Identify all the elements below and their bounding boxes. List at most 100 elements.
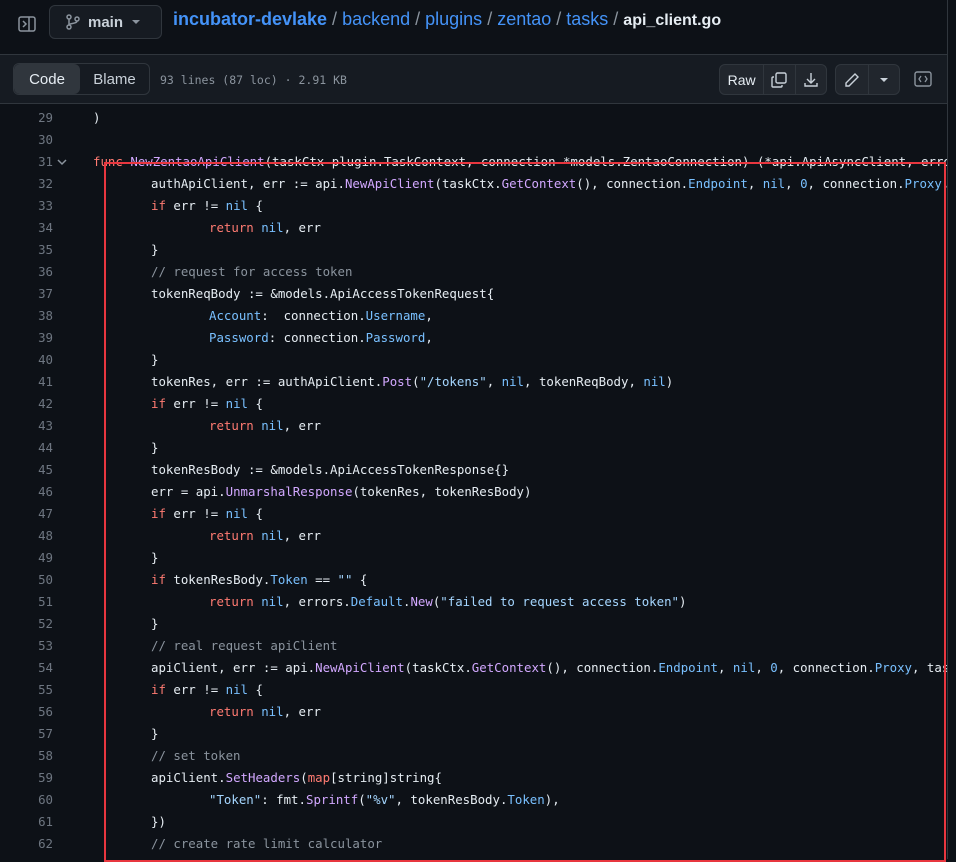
code-line[interactable]: 48 return nil, err xyxy=(0,525,947,547)
code-line[interactable]: 33 if err != nil { xyxy=(0,195,947,217)
code-line[interactable]: 39 Password: connection.Password, xyxy=(0,327,947,349)
edit-file-button[interactable] xyxy=(836,65,868,94)
code-token: , err xyxy=(283,418,321,433)
copy-raw-button[interactable] xyxy=(763,65,794,94)
line-number[interactable]: 43 xyxy=(0,415,53,437)
line-number[interactable]: 30 xyxy=(0,129,53,151)
code-token: (), connection. xyxy=(576,176,689,191)
line-number[interactable]: 42 xyxy=(0,393,53,415)
code-line[interactable]: 36 // request for access token xyxy=(0,261,947,283)
line-number[interactable]: 37 xyxy=(0,283,53,305)
code-line[interactable]: 54 apiClient, err := api.NewApiClient(tas… xyxy=(0,657,947,679)
raw-button[interactable]: Raw xyxy=(720,65,763,94)
code-line[interactable]: 35} xyxy=(0,239,947,261)
line-number[interactable]: 56 xyxy=(0,701,53,723)
code-token: err != xyxy=(173,682,226,697)
line-number[interactable]: 32 xyxy=(0,173,53,195)
code-line[interactable]: 46 err = api.UnmarshalResponse(tokenRes, … xyxy=(0,481,947,503)
sidebar-toggle-button[interactable] xyxy=(14,12,40,36)
symbols-panel-button[interactable] xyxy=(914,71,934,89)
line-number[interactable]: 48 xyxy=(0,525,53,547)
line-number[interactable]: 47 xyxy=(0,503,53,525)
line-number[interactable]: 53 xyxy=(0,635,53,657)
code-line[interactable]: 32 authApiClient, err := api.NewApiClient… xyxy=(0,173,947,195)
line-number[interactable]: 51 xyxy=(0,591,53,613)
line-number[interactable]: 29 xyxy=(0,107,53,129)
pencil-icon xyxy=(845,72,860,87)
file-actions-group: Raw xyxy=(719,64,827,95)
code-line[interactable]: 29) xyxy=(0,107,947,129)
line-number[interactable]: 60 xyxy=(0,789,53,811)
code-line[interactable]: 34 return nil, err xyxy=(0,217,947,239)
code-line[interactable]: 42 if err != nil { xyxy=(0,393,947,415)
code-line[interactable]: 62 // create rate limit calculator xyxy=(0,833,947,855)
line-number[interactable]: 45 xyxy=(0,459,53,481)
line-number[interactable]: 58 xyxy=(0,745,53,767)
tab-blame[interactable]: Blame xyxy=(80,64,149,94)
line-number[interactable]: 40 xyxy=(0,349,53,371)
download-button[interactable] xyxy=(794,65,826,94)
code-token: , xyxy=(747,176,763,191)
code-line[interactable]: 50 if tokenResBody.Token == "" { xyxy=(0,569,947,591)
line-number[interactable]: 34 xyxy=(0,217,53,239)
code-line[interactable]: 37 tokenReqBody := &models.ApiAccessToken… xyxy=(0,283,947,305)
code-line[interactable]: 52} xyxy=(0,613,947,635)
code-token: , err xyxy=(283,704,321,719)
code-text: tokenResBody := &models.ApiAccessTokenRe… xyxy=(93,459,509,481)
line-number[interactable]: 57 xyxy=(0,723,53,745)
code-text: if err != nil { xyxy=(93,679,263,701)
line-number[interactable]: 62 xyxy=(0,833,53,855)
line-number[interactable]: 50 xyxy=(0,569,53,591)
breadcrumb-dir-link[interactable]: plugins xyxy=(425,9,482,29)
code-line[interactable]: 40} xyxy=(0,349,947,371)
code-text: // set token xyxy=(93,745,241,767)
code-line[interactable]: 63 apiAsyncClient, err := api.CreateAsync… xyxy=(0,855,947,859)
branch-selector-button[interactable]: main xyxy=(49,5,162,39)
code-line[interactable]: 56 return nil, err xyxy=(0,701,947,723)
line-number[interactable]: 38 xyxy=(0,305,53,327)
tab-code[interactable]: Code xyxy=(14,64,80,94)
code-token: err = api. xyxy=(151,484,226,499)
code-line[interactable]: 41 tokenRes, err := authApiClient.Post("/… xyxy=(0,371,947,393)
line-number[interactable]: 63 xyxy=(0,855,53,859)
line-number[interactable]: 46 xyxy=(0,481,53,503)
line-number[interactable]: 49 xyxy=(0,547,53,569)
code-line[interactable]: 53 // real request apiClient xyxy=(0,635,947,657)
code-token: Proxy xyxy=(874,660,912,675)
code-token: (taskCtx. xyxy=(434,176,502,191)
line-number[interactable]: 39 xyxy=(0,327,53,349)
line-number[interactable]: 35 xyxy=(0,239,53,261)
line-number[interactable]: 55 xyxy=(0,679,53,701)
code-token: Endpoint xyxy=(688,176,748,191)
line-number[interactable]: 33 xyxy=(0,195,53,217)
line-number[interactable]: 52 xyxy=(0,613,53,635)
line-number[interactable]: 36 xyxy=(0,261,53,283)
breadcrumb-dir-link[interactable]: backend xyxy=(342,9,410,29)
edit-options-dropdown[interactable] xyxy=(868,65,899,94)
line-number[interactable]: 59 xyxy=(0,767,53,789)
code-line[interactable]: 61}) xyxy=(0,811,947,833)
code-line[interactable]: 44} xyxy=(0,437,947,459)
code-line[interactable]: 30 xyxy=(0,129,947,151)
code-line[interactable]: 55 if err != nil { xyxy=(0,679,947,701)
code-line[interactable]: 43 return nil, err xyxy=(0,415,947,437)
code-line[interactable]: 57} xyxy=(0,723,947,745)
code-line[interactable]: 60 "Token": fmt.Sprintf("%v", tokenResBod… xyxy=(0,789,947,811)
line-number[interactable]: 41 xyxy=(0,371,53,393)
code-line[interactable]: 58 // set token xyxy=(0,745,947,767)
code-line[interactable]: 38 Account: connection.Username, xyxy=(0,305,947,327)
line-number[interactable]: 54 xyxy=(0,657,53,679)
code-token: nil xyxy=(225,198,248,213)
code-line[interactable]: 59 apiClient.SetHeaders(map[string]string… xyxy=(0,767,947,789)
code-line[interactable]: 51 return nil, errors.Default.New("failed… xyxy=(0,591,947,613)
line-number[interactable]: 31 xyxy=(0,151,53,173)
line-number[interactable]: 44 xyxy=(0,437,53,459)
breadcrumb-dir-link[interactable]: tasks xyxy=(566,9,608,29)
line-number[interactable]: 61 xyxy=(0,811,53,833)
breadcrumb-dir-link[interactable]: zentao xyxy=(497,9,551,29)
code-line[interactable]: 45 tokenResBody := &models.ApiAccessToken… xyxy=(0,459,947,481)
code-line[interactable]: 49} xyxy=(0,547,947,569)
code-line[interactable]: 47 if err != nil { xyxy=(0,503,947,525)
code-line[interactable]: 31 func NewZentaoApiClient(taskCtx plugin… xyxy=(0,151,947,173)
breadcrumb-repo-link[interactable]: incubator-devlake xyxy=(173,9,327,29)
